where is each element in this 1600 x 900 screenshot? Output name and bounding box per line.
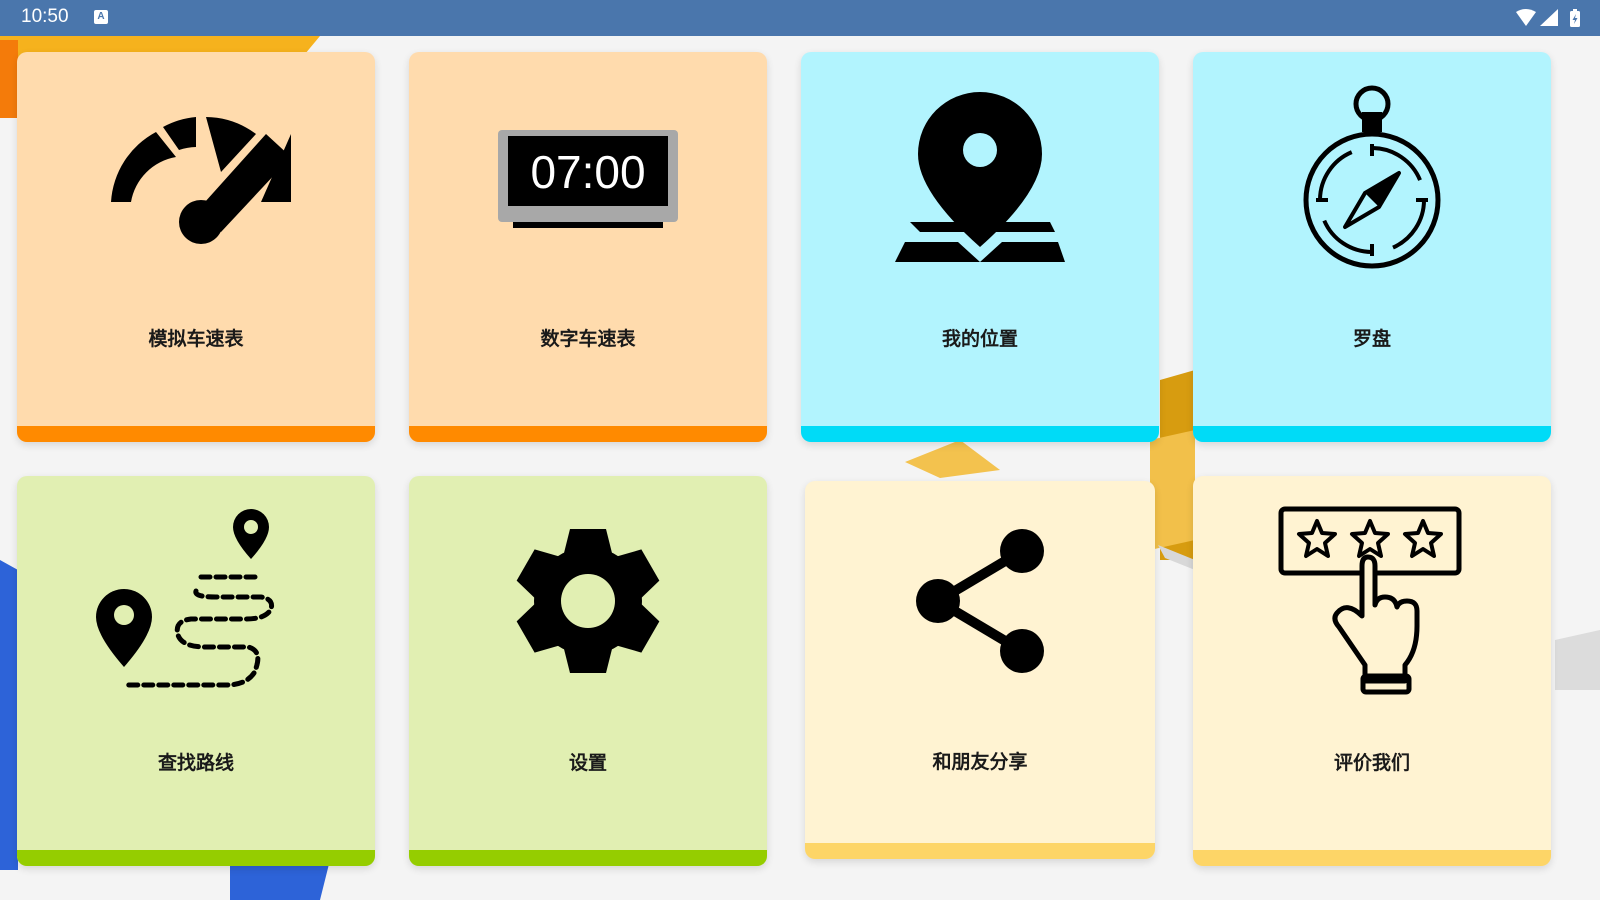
status-indicators — [1514, 8, 1584, 28]
share-icon — [805, 481, 1155, 721]
card-accent — [801, 426, 1159, 442]
speedometer-icon — [17, 52, 375, 302]
compass-icon — [1193, 52, 1551, 302]
card-accent — [17, 850, 375, 866]
digital-clock-icon: 07:00 — [409, 52, 767, 302]
card-accent — [1193, 426, 1551, 442]
card-label: 和朋友分享 — [932, 751, 1028, 773]
signal-icon — [1540, 9, 1558, 26]
a-icon: A — [94, 10, 108, 24]
card-analog-speedometer[interactable]: 模拟车速表 — [17, 52, 375, 442]
card-label: 罗盘 — [1352, 328, 1391, 350]
card-compass[interactable]: 罗盘 — [1193, 52, 1551, 442]
card-label: 设置 — [568, 752, 607, 774]
card-accent — [1193, 850, 1551, 866]
card-label: 查找路线 — [157, 752, 234, 774]
wifi-icon — [1516, 9, 1536, 26]
card-share-with-friends[interactable]: 和朋友分享 — [805, 481, 1155, 859]
clock-display: 07:00 — [530, 146, 645, 198]
card-label: 评价我们 — [1333, 752, 1410, 774]
status-bar: 10:50 A — [0, 0, 1600, 36]
card-find-route[interactable]: 查找路线 — [17, 476, 375, 866]
card-rate-us[interactable]: 评价我们 — [1193, 476, 1551, 866]
card-accent — [409, 426, 767, 442]
route-icon — [17, 476, 375, 726]
status-time: 10:50 — [21, 6, 69, 27]
card-label: 我的位置 — [941, 328, 1018, 350]
gear-icon — [409, 476, 767, 726]
card-settings[interactable]: 设置 — [409, 476, 767, 866]
battery-icon — [1570, 9, 1580, 27]
card-accent — [409, 850, 767, 866]
card-digital-speedometer[interactable]: 07:00 数字车速表 — [409, 52, 767, 442]
card-my-location[interactable]: 我的位置 — [801, 52, 1159, 442]
card-accent — [17, 426, 375, 442]
location-map-icon — [801, 52, 1159, 302]
card-accent — [805, 843, 1155, 859]
card-label: 模拟车速表 — [148, 328, 244, 350]
rate-stars-icon — [1193, 476, 1551, 726]
card-label: 数字车速表 — [540, 328, 636, 350]
